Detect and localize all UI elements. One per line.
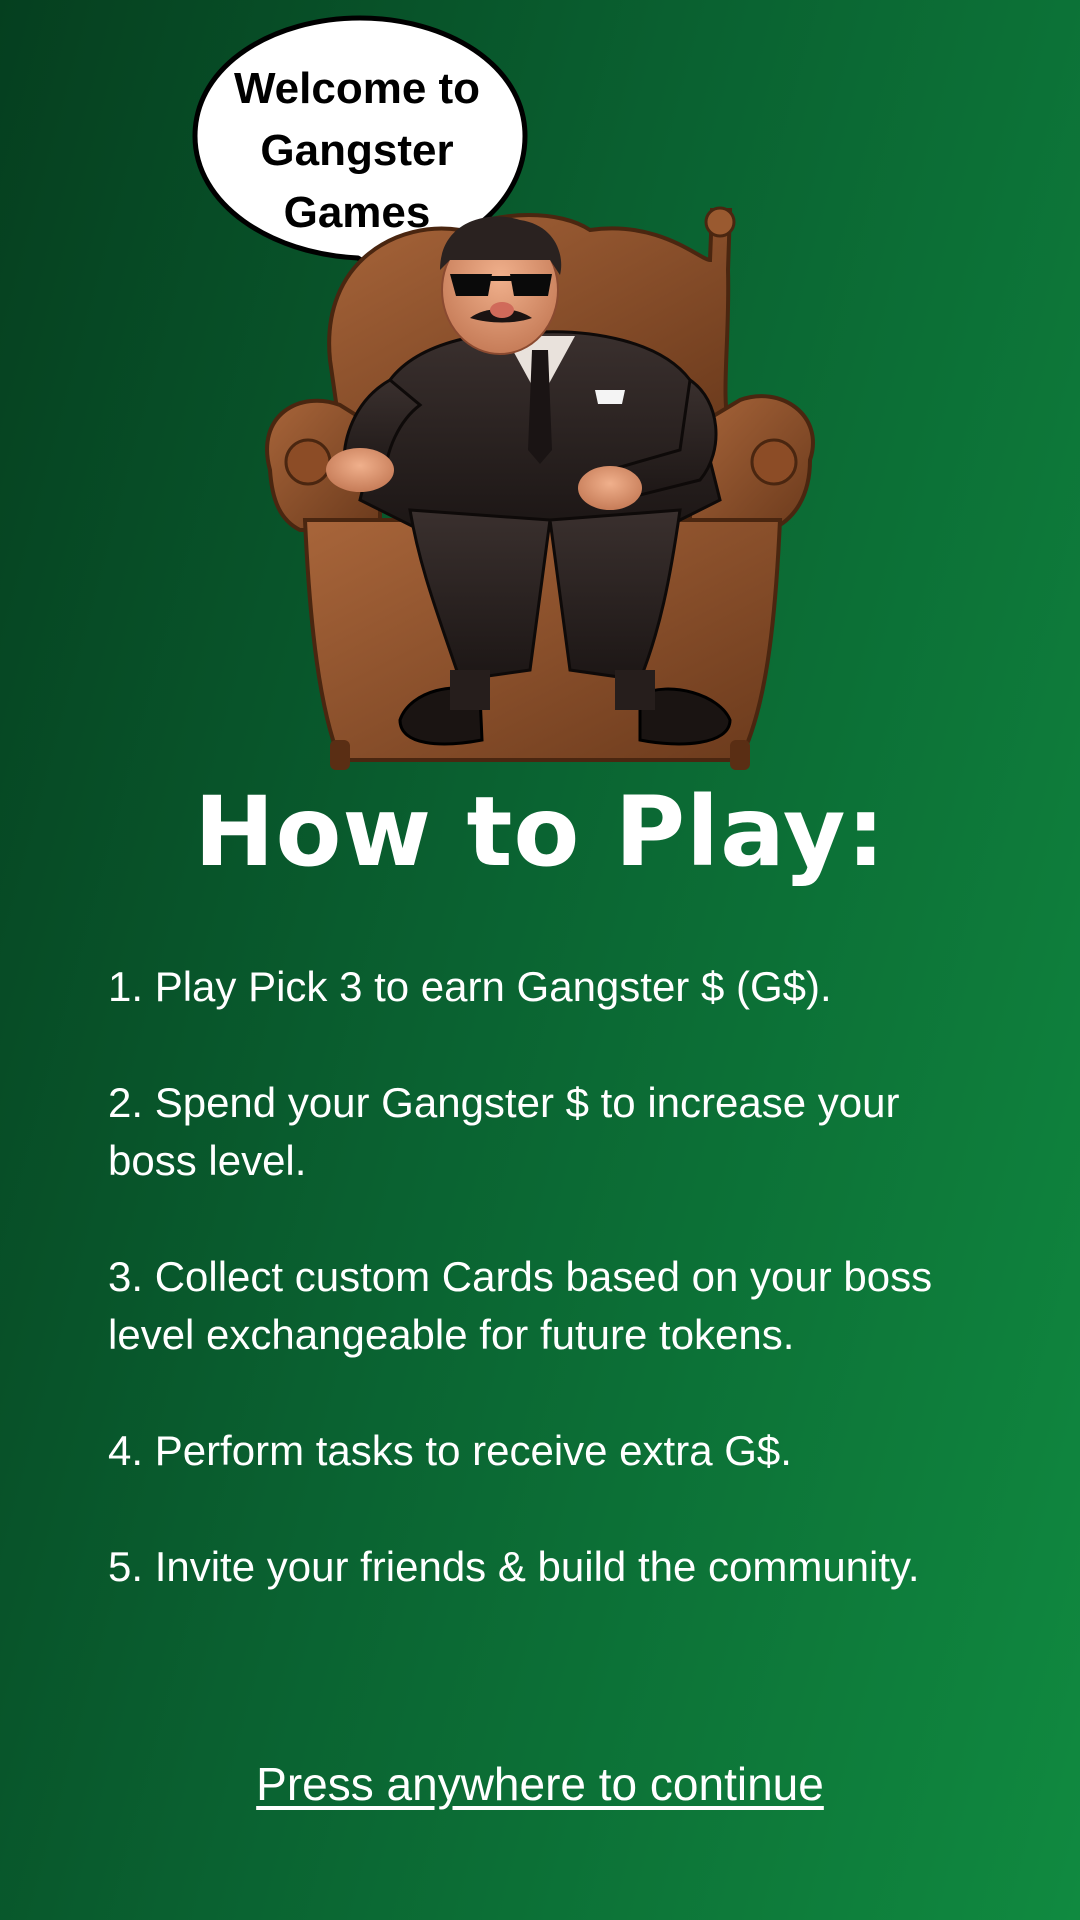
continue-link[interactable]: Press anywhere to continue [0,1756,1080,1812]
rule-item-1: 1. Play Pick 3 to earn Gangster $ (G$). [108,963,832,1010]
rule-item-3: 3. Collect custom Cards based on your bo… [108,1253,933,1358]
page-title: How to Play: [194,776,886,888]
rule-item-4: 4. Perform tasks to receive extra G$. [108,1427,792,1474]
tap-to-continue-area[interactable]: Welcome to Gangster Games How to Play: 1… [0,0,1080,1920]
rule-item-5: 5. Invite your friends & build the commu… [108,1543,920,1590]
gangster-boss-illustration [265,206,815,770]
rule-item-2: 2. Spend your Gangster $ to increase you… [108,1079,900,1184]
welcome-line-2: Gangster [260,126,454,175]
welcome-line-1: Welcome to [233,64,481,113]
rules-list: 1. Play Pick 3 to earn Gangster $ (G$). … [108,958,988,1654]
